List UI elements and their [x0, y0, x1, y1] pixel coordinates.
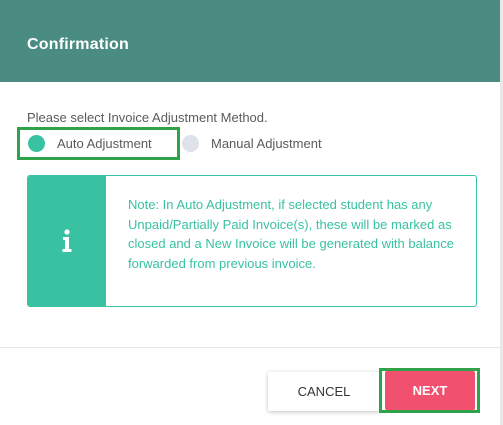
confirmation-dialog: Confirmation Please select Invoice Adjus… — [0, 0, 503, 425]
cancel-button[interactable]: CANCEL — [268, 372, 380, 411]
radio-checked-icon — [28, 135, 45, 152]
radio-unchecked-icon — [182, 135, 199, 152]
footer-divider — [0, 347, 500, 348]
note-box: Note: In Auto Adjustment, if selected st… — [27, 175, 477, 307]
next-button[interactable]: NEXT — [385, 371, 475, 410]
dialog-title: Confirmation — [27, 36, 129, 53]
note-icon-panel — [28, 176, 106, 306]
info-icon — [62, 229, 72, 252]
manual-adjustment-label: Manual Adjustment — [211, 136, 322, 151]
adjustment-method-prompt: Please select Invoice Adjustment Method. — [27, 110, 268, 125]
manual-adjustment-radio[interactable]: Manual Adjustment — [182, 127, 352, 160]
auto-adjustment-radio[interactable]: Auto Adjustment — [17, 127, 180, 160]
note-text: Note: In Auto Adjustment, if selected st… — [128, 197, 454, 271]
dialog-header: Confirmation — [0, 0, 503, 82]
auto-adjustment-label: Auto Adjustment — [57, 136, 152, 151]
